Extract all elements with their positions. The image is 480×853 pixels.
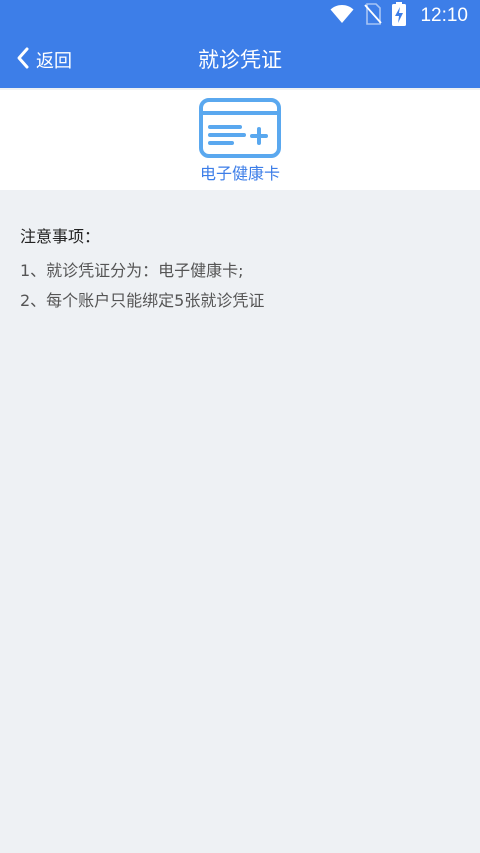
notes-item: 1、就诊凭证分为：电子健康卡; [20, 261, 244, 280]
health-card-option[interactable]: 电子健康卡 [190, 98, 290, 184]
health-card-icon [198, 98, 282, 162]
battery-charging-icon [392, 2, 407, 30]
notes-title: 注意事项： [20, 227, 101, 246]
chevron-left-icon [16, 46, 30, 74]
notes-section: 注意事项： 1、就诊凭证分为：电子健康卡; 2、每个账户只能绑定5张就诊凭证 [20, 226, 460, 320]
wifi-icon [330, 4, 354, 28]
no-sim-icon [364, 3, 383, 29]
health-card-label: 电子健康卡 [199, 164, 280, 183]
back-label: 返回 [36, 51, 72, 72]
status-time: 12:10 [420, 5, 468, 26]
back-button[interactable]: 返回 [16, 32, 72, 88]
page-title: 就诊凭证 [198, 48, 282, 72]
card-type-section: 电子健康卡 [0, 90, 480, 190]
nav-bar: 返回 就诊凭证 [0, 32, 480, 88]
status-bar: 12:10 [0, 0, 480, 32]
notes-item: 2、每个账户只能绑定5张就诊凭证 [20, 291, 265, 310]
status-icons: 12:10 [330, 0, 468, 32]
